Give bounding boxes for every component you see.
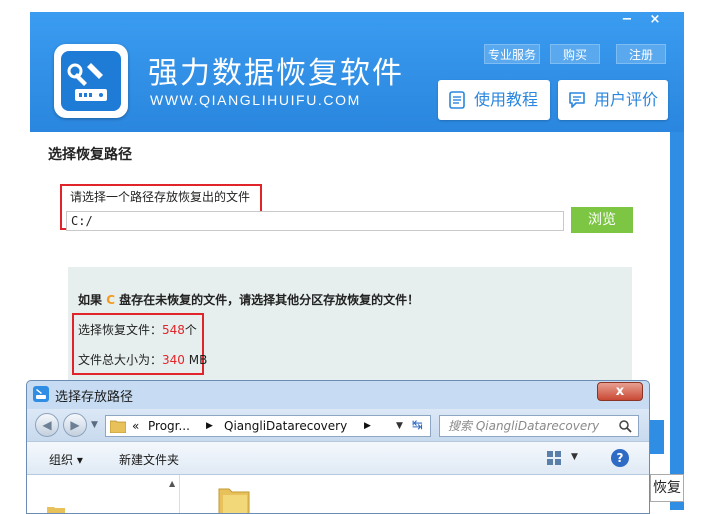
help-icon[interactable]: ? <box>611 449 629 467</box>
address-dropdown-icon[interactable]: ▼ <box>396 416 403 436</box>
chevron-right-icon-2[interactable]: ▶ <box>364 416 371 436</box>
tutorial-label: 使用教程 <box>474 90 539 109</box>
section-title: 选择恢复路径 <box>48 147 132 163</box>
dialog-title: 选择存放路径 <box>55 390 134 405</box>
folder-icon <box>110 420 126 433</box>
hard-drive-wrench-icon <box>61 51 121 111</box>
register-button[interactable]: 注册 <box>616 44 666 64</box>
file-count-stat: 选择恢复文件：548个 <box>78 323 197 337</box>
app-logo <box>54 44 128 118</box>
view-options-icon[interactable] <box>547 451 561 465</box>
file-count: 548 <box>162 323 185 337</box>
file-size-stat: 文件总大小为：340 MB <box>78 353 208 367</box>
document-icon <box>449 91 465 109</box>
address-segment-programs[interactable]: Progr... <box>148 416 190 436</box>
tutorial-button[interactable]: 使用教程 <box>438 80 550 120</box>
dialog-content: ▲ <box>27 475 649 514</box>
app-icon <box>33 386 49 402</box>
address-segment-folder[interactable]: QiangliDatarecovery <box>224 416 347 436</box>
history-dropdown-icon[interactable]: ▼ <box>91 420 98 430</box>
address-bar[interactable]: « Progr... ▶ QiangliDatarecovery ▶ ▼ ↹ <box>105 415 431 437</box>
refresh-icon[interactable]: ↹ <box>412 416 423 436</box>
path-prompt: 请选择一个路径存放恢复出的文件 <box>70 190 251 204</box>
chat-bubble-icon <box>569 92 585 108</box>
info-box: 如果 C 盘存在未恢复的文件，请选择其他分区存放恢复的文件！ 选择恢复文件：54… <box>68 267 632 387</box>
scroll-up-icon[interactable]: ▲ <box>169 479 175 488</box>
chevron-right-icon[interactable]: ▶ <box>206 416 213 436</box>
review-label: 用户评价 <box>594 90 659 109</box>
service-button[interactable]: 专业服务 <box>484 44 540 64</box>
minimize-button[interactable]: − <box>616 12 638 30</box>
app-title: 强力数据恢复软件 <box>148 56 404 91</box>
back-arrow-icon[interactable]: ◀ <box>35 413 59 437</box>
address-prefix: « <box>132 419 140 433</box>
dialog-navbar: ◀ ▶ ▼ « Progr... ▶ QiangliDatarecovery ▶… <box>27 409 649 441</box>
folder-icon-large[interactable] <box>217 485 251 514</box>
save-path-dialog: 选择存放路径 x ◀ ▶ ▼ « Progr... ▶ QiangliDatar… <box>26 380 650 514</box>
organize-menu[interactable]: 组织 ▾ <box>49 451 83 468</box>
pane-divider[interactable] <box>179 475 180 513</box>
dialog-toolbar: 组织 ▾ 新建文件夹 ▼ ? <box>27 441 649 475</box>
header: − × 强力数据恢复软件 WWW.QIANGLIHUIFU.COM 专业服务 购… <box>30 12 684 132</box>
drive-letter: C <box>106 293 115 307</box>
dialog-close-button[interactable]: x <box>597 382 643 401</box>
buy-button[interactable]: 购买 <box>550 44 600 64</box>
search-icon <box>619 420 632 433</box>
view-dropdown-icon[interactable]: ▼ <box>571 452 578 462</box>
search-input[interactable]: 搜索 QiangliDatarecovery <box>439 415 639 437</box>
new-folder-button[interactable]: 新建文件夹 <box>119 451 179 468</box>
app-url: WWW.QIANGLIHUIFU.COM <box>150 92 361 108</box>
forward-arrow-icon[interactable]: ▶ <box>63 413 87 437</box>
background-recover-button[interactable]: 恢复 <box>650 474 684 502</box>
partition-warning: 如果 C 盘存在未恢复的文件，请选择其他分区存放恢复的文件！ <box>78 293 420 307</box>
review-button[interactable]: 用户评价 <box>558 80 668 120</box>
browse-button[interactable]: 浏览 <box>571 207 633 233</box>
path-input[interactable]: C:/ <box>66 211 564 231</box>
close-button[interactable]: × <box>644 12 666 30</box>
file-size: 340 <box>162 353 185 367</box>
folder-icon-small <box>47 507 65 513</box>
background-button-edge <box>650 420 664 454</box>
